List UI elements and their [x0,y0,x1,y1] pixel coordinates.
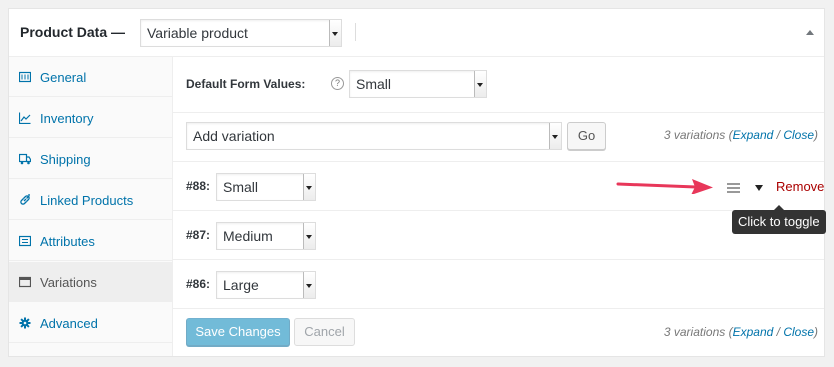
variation-size-value: Small [223,179,259,195]
tab-label: Variations [40,275,97,290]
default-size-value: Small [356,76,392,92]
product-type-value: Variable product [147,25,248,41]
tab-label: Attributes [40,234,95,249]
chevron-down-icon [474,71,486,97]
truck-icon [19,153,31,165]
variations-icon [19,276,31,288]
tab-label: General [40,70,87,85]
attributes-icon [19,235,31,247]
variation-size-select[interactable]: Medium [216,222,316,250]
drag-handle-icon[interactable] [727,183,740,193]
variation-size-select[interactable]: Small [216,173,316,201]
paren: ) [814,128,818,142]
variation-size-value: Large [223,277,259,293]
cancel-button[interactable]: Cancel [294,318,355,346]
gear-icon [19,317,31,329]
tab-label: Advanced [40,316,98,331]
general-icon [19,71,31,83]
tab-variations[interactable]: Variations [9,262,172,302]
variation-row[interactable]: #86: Large [173,260,824,309]
remove-link[interactable]: Remove [776,179,824,194]
tab-advanced[interactable]: Advanced [9,303,172,343]
chevron-down-icon [303,174,315,200]
expand-all-link[interactable]: Expand [733,325,774,339]
close-all-link[interactable]: Close [783,128,814,142]
expand-all-link[interactable]: Expand [733,128,774,142]
panel-header: Product Data — Variable product [9,9,824,57]
variation-id: #86: [186,277,211,291]
variations-panel: Default Form Values: ? Small Add variati… [173,57,824,356]
tab-shipping[interactable]: Shipping [9,139,172,179]
chevron-down-icon [303,223,315,249]
product-type-select[interactable]: Variable product [140,19,342,47]
separator: / [773,325,784,339]
variation-id: #88: [186,179,211,193]
variation-size-value: Medium [223,228,273,244]
variations-count-text: 3 variations [663,128,726,142]
panel-title: Product Data — [20,24,126,40]
paren: ) [814,325,818,339]
pointer-arrow-icon [616,179,713,194]
toggle-arrow-icon[interactable] [755,185,763,191]
bulk-actions-row: Add variation Go 3 variations (Expand / … [173,113,824,162]
chevron-down-icon [303,272,315,298]
product-data-tabs: General Inventory Shipping Linked Produc… [9,57,173,356]
variation-row[interactable]: #87: Medium [173,211,824,260]
default-form-values-row: Default Form Values: ? Small [173,57,824,113]
variations-count-top: 3 variations (Expand / Close) [664,128,818,142]
link-icon [20,194,30,205]
variation-row[interactable]: #88: Small Remove [173,162,824,211]
close-all-link[interactable]: Close [783,325,814,339]
chevron-down-icon [549,123,561,149]
variation-action-value: Add variation [193,128,275,144]
tab-label: Linked Products [40,193,134,208]
header-divider [355,23,356,41]
go-button[interactable]: Go [567,122,606,150]
collapse-panel-icon[interactable] [806,30,814,35]
help-icon[interactable]: ? [331,77,344,90]
variation-action-select[interactable]: Add variation [186,122,562,150]
save-changes-button[interactable]: Save Changes [186,318,290,346]
toggle-tooltip: Click to toggle [732,205,826,234]
inventory-icon [19,112,31,124]
tab-attributes[interactable]: Attributes [9,221,172,261]
variations-count-text: 3 variations [663,325,726,339]
variation-id: #87: [186,228,211,242]
footer-actions-row: Save Changes Cancel 3 variations (Expand… [173,309,824,356]
tab-linked-products[interactable]: Linked Products [9,180,172,220]
default-size-select[interactable]: Small [349,70,487,98]
tab-general[interactable]: General [9,57,172,97]
chevron-down-icon [329,20,341,46]
variation-size-select[interactable]: Large [216,271,316,299]
product-data-panel: Product Data — Variable product General … [8,8,825,357]
separator: / [773,128,784,142]
tab-inventory[interactable]: Inventory [9,98,172,138]
tab-label: Inventory [40,111,94,126]
default-form-values-label: Default Form Values: [186,77,306,91]
tab-label: Shipping [40,152,91,167]
variations-count-bottom: 3 variations (Expand / Close) [664,325,818,339]
